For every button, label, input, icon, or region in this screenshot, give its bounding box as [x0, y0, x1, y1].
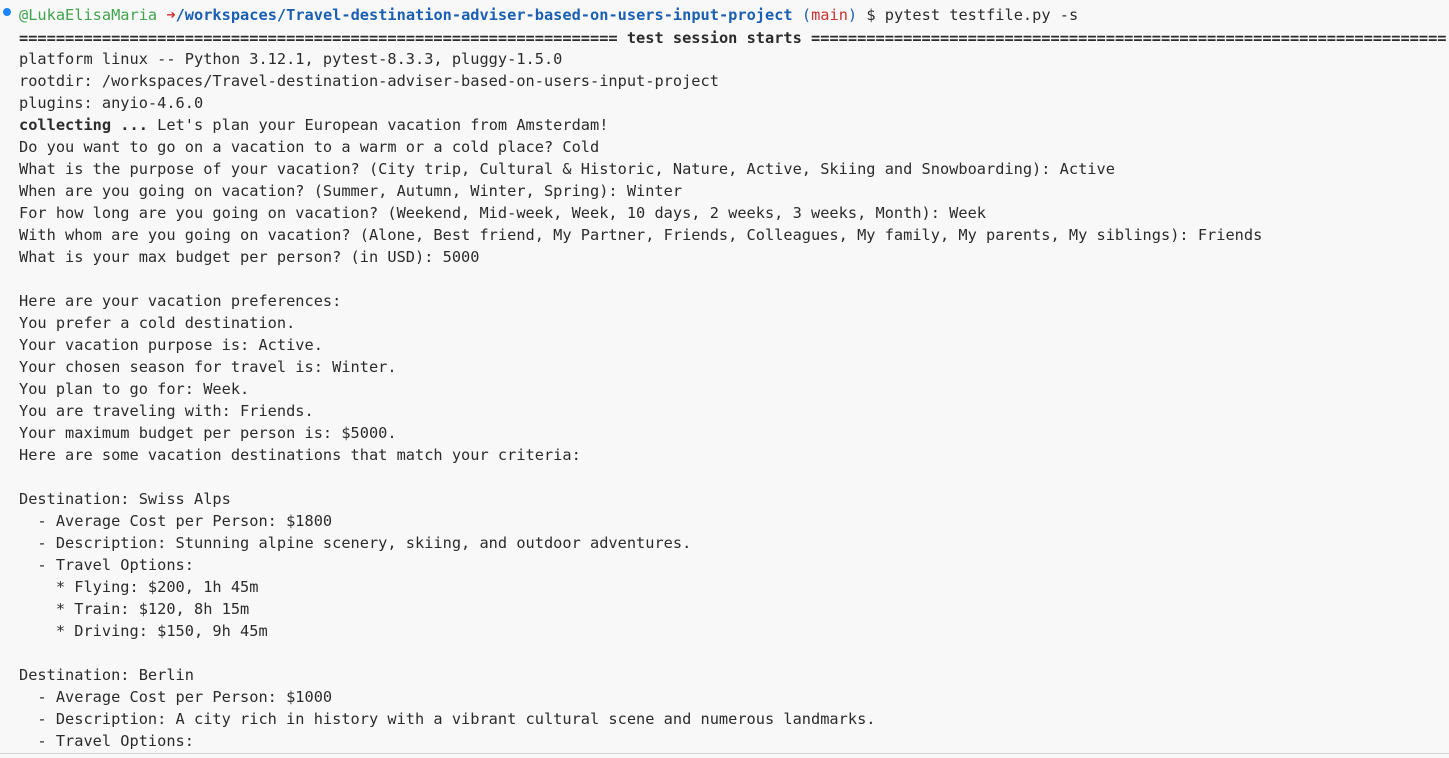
plugins-line: plugins: anyio-4.6.0 [19, 94, 204, 112]
question-line: When are you going on vacation? (Summer,… [19, 182, 683, 200]
travel-option: * Train: $120, 8h 15m [19, 600, 250, 618]
rootdir-line: rootdir: /workspaces/Travel-destination-… [19, 72, 719, 90]
question-line: With whom are you going on vacation? (Al… [19, 226, 1263, 244]
destination-detail: - Average Cost per Person: $1000 [19, 688, 333, 706]
prompt-path: /workspaces/Travel-destination-adviser-b… [175, 6, 793, 24]
session-rule-left: ========================================… [19, 29, 618, 47]
question-line: Do you want to go on a vacation to a war… [19, 138, 600, 156]
travel-option: * Driving: $150, 9h 45m [19, 622, 268, 640]
collecting-label: collecting ... [19, 116, 148, 134]
platform-line: platform linux -- Python 3.12.1, pytest-… [19, 50, 563, 68]
preference-line: You plan to go for: Week. [19, 380, 250, 398]
question-line: What is your max budget per person? (in … [19, 248, 480, 266]
session-header: ========================================… [19, 27, 1449, 49]
question-line: What is the purpose of your vacation? (C… [19, 160, 1115, 178]
destination-detail: - Travel Options: [19, 732, 194, 750]
session-rule-right: ========================================… [811, 29, 1447, 47]
preference-line: Your chosen season for travel is: Winter… [19, 358, 397, 376]
collecting-line: collecting ... Let's plan your European … [19, 114, 608, 136]
prompt-arrow-icon: ➜ [166, 6, 176, 24]
prompt-command: $ pytest testfile.py -s [866, 6, 1079, 24]
preference-line: Your maximum budget per person is: $5000… [19, 424, 397, 442]
branch-open: ( [801, 6, 812, 24]
preference-line: Your vacation purpose is: Active. [19, 336, 323, 354]
prompt-line: @LukaElisaMaria ➜/workspaces/Travel-dest… [19, 4, 1078, 26]
question-line: For how long are you going on vacation? … [19, 204, 986, 222]
destination-title: Destination: Swiss Alps [19, 490, 231, 508]
prompt-user: @LukaElisaMaria [19, 6, 158, 24]
git-branch: main [811, 6, 848, 24]
destination-detail: - Description: A city rich in history wi… [19, 710, 876, 728]
preference-line: Here are your vacation preferences: [19, 292, 342, 310]
travel-option: * Flying: $200, 1h 45m [19, 578, 259, 596]
preference-line: You are traveling with: Friends. [19, 402, 314, 420]
destination-title: Destination: Berlin [19, 666, 194, 684]
branch-close: ) [847, 6, 858, 24]
destination-detail: - Travel Options: [19, 556, 194, 574]
destination-detail: - Description: Stunning alpine scenery, … [19, 534, 692, 552]
terminal-window[interactable]: @LukaElisaMaria ➜/workspaces/Travel-dest… [0, 0, 1449, 758]
prompt-status-dot [3, 8, 11, 16]
preference-line: You prefer a cold destination. [19, 314, 296, 332]
destination-detail: - Average Cost per Person: $1800 [19, 512, 333, 530]
session-title: test session starts [626, 29, 802, 47]
collecting-text: Let's plan your European vacation from A… [147, 116, 609, 134]
panel-divider [0, 753, 1449, 754]
preference-line: Here are some vacation destinations that… [19, 446, 581, 464]
